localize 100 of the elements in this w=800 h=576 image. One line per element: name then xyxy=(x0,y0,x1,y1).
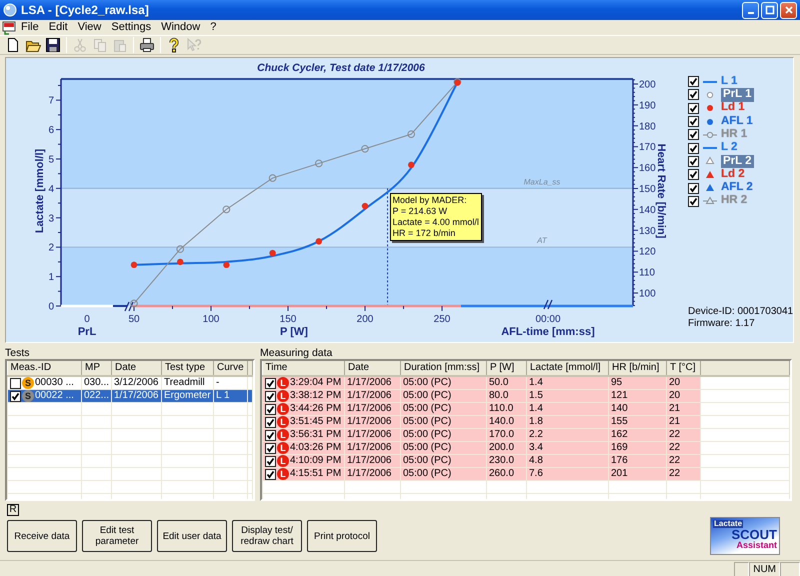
checkbox[interactable] xyxy=(688,142,699,154)
status-panel xyxy=(780,562,800,576)
tooltip: Model by MADER: P = 214.63 W Lactate = 4.00 mmol/l HR = 172 b/min xyxy=(390,193,482,242)
table-cell: 2.2 xyxy=(526,428,608,442)
column-header[interactable]: Test type xyxy=(162,361,214,376)
checkbox[interactable] xyxy=(265,390,276,402)
checkbox[interactable] xyxy=(265,378,276,388)
checkbox[interactable] xyxy=(688,169,699,180)
table-cell: 21 xyxy=(666,416,700,428)
maximize-button[interactable] xyxy=(761,2,778,18)
action-button[interactable]: Receive data xyxy=(7,520,77,552)
table-cell: 05:00 (PC) xyxy=(400,468,486,480)
column-header[interactable]: Duration [mm:ss] xyxy=(400,361,486,376)
checkbox[interactable] xyxy=(265,416,276,428)
column-header[interactable]: HR [b/min] xyxy=(608,361,666,376)
action-button[interactable]: Display test/ redraw chart xyxy=(232,520,302,552)
table-cell: 140.0 xyxy=(486,416,526,428)
window-title: LSA - [Cycle2_raw.lsa] xyxy=(21,2,149,18)
checkbox[interactable] xyxy=(688,76,699,88)
table-cell: 1.5 xyxy=(526,390,608,402)
mode-indicator[interactable]: R xyxy=(7,504,19,516)
table-cell: 169 xyxy=(608,442,666,454)
axis-break-icon xyxy=(124,301,134,312)
menu-item[interactable]: Edit xyxy=(44,20,73,34)
table-cell: 4:10:09 PM xyxy=(290,456,342,466)
checkbox[interactable] xyxy=(10,390,21,402)
table-cell: 1.4 xyxy=(526,402,608,416)
axis-tick-label: 0 xyxy=(84,314,90,325)
checkbox[interactable] xyxy=(265,404,276,414)
menu-item[interactable]: Settings xyxy=(106,20,156,34)
chart-title: Chuck Cycler, Test date 1/17/2006 xyxy=(257,62,425,74)
column-header[interactable]: P [W] xyxy=(486,361,526,376)
maximize-icon[interactable] xyxy=(764,5,774,15)
checkbox[interactable] xyxy=(688,182,699,194)
checkbox[interactable] xyxy=(688,129,699,140)
column-header[interactable]: Lactate [mmol/l] xyxy=(526,361,608,376)
minimize-button[interactable] xyxy=(742,2,759,18)
checkbox[interactable] xyxy=(688,116,699,128)
axis-tick-label: 160 xyxy=(639,163,656,174)
type-badge: L xyxy=(277,390,289,402)
table-cell: 1/17/2006 xyxy=(112,390,162,402)
column-header[interactable]: Date xyxy=(112,361,162,376)
menu-item[interactable]: ? xyxy=(205,20,222,34)
table-cell: 1/17/2006 xyxy=(344,402,400,416)
type-badge: L xyxy=(277,430,289,440)
close-button[interactable] xyxy=(780,2,797,18)
checkbox[interactable] xyxy=(688,89,699,100)
menu-item[interactable]: File xyxy=(16,20,44,34)
table-cell: 3:51:45 PM xyxy=(290,416,342,428)
column-header[interactable]: T [°C] xyxy=(666,361,700,376)
column-header[interactable]: Time xyxy=(262,361,344,376)
axis-tick-label: 5 xyxy=(48,154,54,166)
axis-tick-label: 100 xyxy=(639,288,656,300)
checkbox[interactable] xyxy=(688,196,699,207)
legend-label: AFL 2 xyxy=(721,181,753,195)
action-button[interactable]: Print protocol xyxy=(307,520,377,552)
checkbox[interactable] xyxy=(265,430,276,440)
table-cell: 00030 ... xyxy=(35,377,74,389)
table-cell: 1/17/2006 xyxy=(344,376,400,390)
group-label: Tests xyxy=(5,346,31,359)
axis-tick-label: 190 xyxy=(639,100,656,112)
table-cell: 00022 ... xyxy=(35,390,74,402)
app-icon xyxy=(3,3,17,17)
table-cell: 230.0 xyxy=(486,454,526,468)
axis-tick-label: 180 xyxy=(639,121,656,132)
action-button[interactable]: Edit user data xyxy=(157,520,227,552)
axis-tick-label: 250 xyxy=(434,314,450,325)
column-header[interactable]: Curve xyxy=(214,361,248,376)
close-icon[interactable] xyxy=(784,5,794,15)
action-button[interactable]: Edit test parameter xyxy=(82,520,152,552)
checkbox[interactable] xyxy=(265,442,276,454)
axis-tick-label: 3 xyxy=(48,213,54,224)
table-cell: 22 xyxy=(666,428,700,442)
checkbox[interactable] xyxy=(265,468,276,480)
new-file-icon[interactable] xyxy=(5,37,21,53)
axis-tick-label: 200 xyxy=(356,314,374,325)
table-cell: 155 xyxy=(608,416,666,428)
table-cell: 20 xyxy=(666,376,700,390)
axis-break-icon xyxy=(543,299,553,310)
printer-icon[interactable] xyxy=(139,37,155,53)
column-header[interactable]: Date xyxy=(344,361,400,376)
checkbox[interactable] xyxy=(10,378,21,388)
menu-item[interactable]: Window xyxy=(156,20,206,34)
checkbox[interactable] xyxy=(688,102,699,114)
menu-item[interactable]: View xyxy=(72,20,106,34)
table-cell: 50.0 xyxy=(486,376,526,390)
column-header[interactable]: Meas.-ID xyxy=(8,361,82,376)
legend-label: AFL 1 xyxy=(721,114,753,128)
logo-text: Assistant xyxy=(736,541,777,550)
checkbox[interactable] xyxy=(688,156,699,167)
column-header[interactable]: MP xyxy=(82,361,112,376)
axis-tick-label: 150 xyxy=(639,184,656,195)
app-menu-icon[interactable] xyxy=(2,20,16,34)
table-cell: 21 xyxy=(666,402,700,416)
table-cell: 1/17/2006 xyxy=(344,468,400,480)
axis-tick-label: 00:00 xyxy=(535,314,561,325)
table-cell: 176 xyxy=(608,454,666,468)
table-cell: 170.0 xyxy=(486,428,526,442)
axis-tick-label: 170 xyxy=(639,142,656,154)
checkbox[interactable] xyxy=(265,456,276,466)
